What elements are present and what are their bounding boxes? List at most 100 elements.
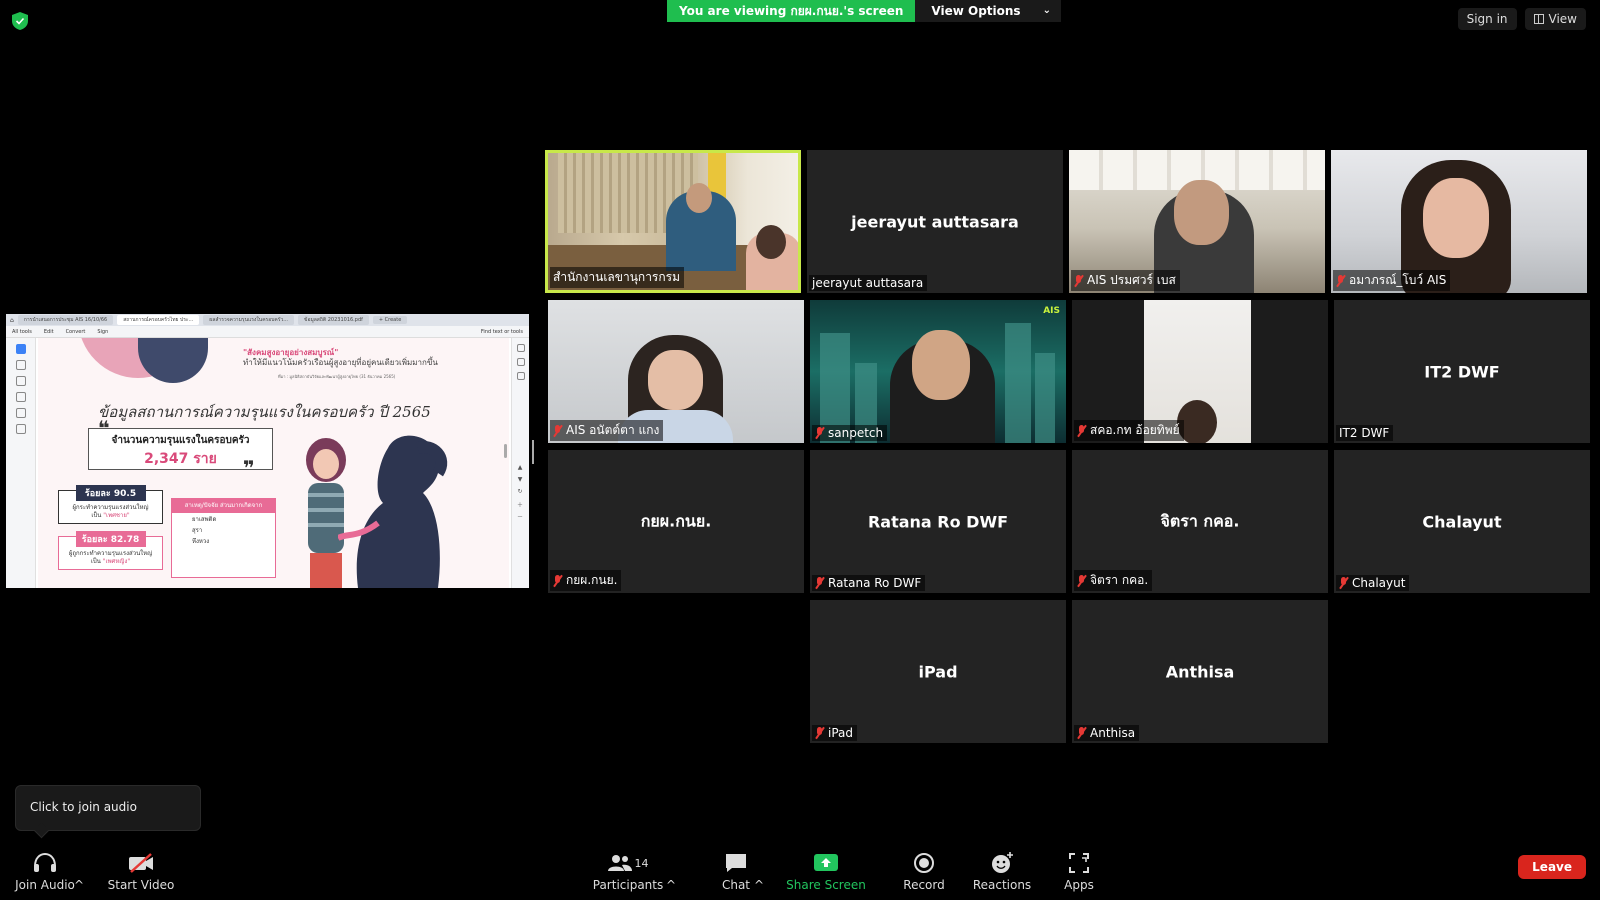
- quote-mark-icon: ❞: [243, 456, 255, 480]
- participants-button[interactable]: 14 Participants: [590, 840, 666, 900]
- participants-caret-icon[interactable]: ^: [666, 840, 676, 900]
- mic-muted-icon: [1339, 577, 1348, 589]
- cause-title: สาเหตุ/ปัจจัย ส่วนมากเกิดจาก: [172, 499, 275, 513]
- participant-name-tag: Chalayut: [1336, 575, 1410, 591]
- participant-display-name: IT2 DWF: [1424, 362, 1500, 381]
- pen-tool-icon: [16, 376, 26, 386]
- reactions-emoji-icon: [992, 852, 1013, 873]
- stat-box-female: ร้อยละ 82.78 ผู้ถูกกระทำความรุนแรงส่วนให…: [58, 531, 163, 570]
- home-icon: ⌂: [10, 316, 14, 324]
- meeting-toolbar: Join Audio ^ Start Video 14 Participants…: [0, 840, 1600, 900]
- share-screen-icon: [814, 854, 838, 871]
- audio-options-caret-icon[interactable]: ^: [74, 840, 84, 900]
- participant-tile[interactable]: Anthisa Anthisa: [1072, 600, 1328, 743]
- sign-in-button[interactable]: Sign in: [1457, 8, 1517, 30]
- view-options-label: View Options: [931, 4, 1021, 18]
- participant-name-tag: จิตรา กคอ.: [1074, 570, 1153, 591]
- participant-name-tag: กยผ.กนย.: [550, 570, 622, 591]
- mic-muted-icon: [1077, 727, 1086, 739]
- pdf-right-toolbar: [511, 338, 529, 588]
- zoom-in-icon[interactable]: ＋: [515, 500, 525, 512]
- stat-percentage: ร้อยละ 90.5: [75, 485, 146, 501]
- headphones-icon: [34, 852, 56, 872]
- start-video-button[interactable]: Start Video: [106, 840, 176, 900]
- shield-check-icon[interactable]: [12, 12, 28, 30]
- comment-icon: [517, 344, 525, 352]
- mic-muted-icon: [553, 424, 562, 437]
- reactions-button[interactable]: Reactions: [968, 840, 1036, 900]
- split-divider-handle[interactable]: [532, 440, 534, 464]
- mic-muted-icon: [1074, 274, 1083, 287]
- participant-tile[interactable]: AIS ปรมศวร์ เบส: [1069, 150, 1325, 293]
- gallery-view-icon: [1533, 14, 1544, 24]
- page-up-icon[interactable]: ▲: [515, 464, 525, 476]
- participant-name-tag: อมาภรณ์_โบว์ AIS: [1333, 270, 1451, 291]
- participant-tile[interactable]: สำนักงานเลขานุการกรม: [545, 150, 801, 293]
- participant-display-name: จิตรา กคอ.: [1160, 511, 1240, 530]
- participant-tile[interactable]: Ratana Ro DWF Ratana Ro DWF: [810, 450, 1066, 593]
- browser-tab-bar: ⌂ การนำเสนอการประชุม AIS 16/10/66 สถานกา…: [6, 314, 529, 326]
- record-icon: [914, 853, 934, 873]
- page-down-icon[interactable]: ▼: [515, 476, 525, 488]
- join-audio-button[interactable]: Join Audio: [14, 840, 76, 900]
- leave-button[interactable]: Leave: [1518, 855, 1586, 879]
- participant-name-tag: สำนักงานเลขานุการกรม: [550, 267, 685, 288]
- participant-name-tag: IT2 DWF: [1336, 425, 1394, 441]
- shared-screen-view[interactable]: ⌂ การนำเสนอการประชุม AIS 16/10/66 สถานกา…: [6, 314, 529, 588]
- participant-tile[interactable]: iPad iPad: [810, 600, 1066, 743]
- participant-tile[interactable]: สคอ.กท อ้อยทิพย์: [1072, 300, 1328, 443]
- chat-caret-icon[interactable]: ^: [754, 840, 764, 900]
- participant-name-tag: Anthisa: [1074, 725, 1140, 741]
- participant-display-name: Chalayut: [1422, 512, 1502, 531]
- refresh-icon[interactable]: ↻: [515, 488, 525, 500]
- zoom-meeting-window: You are viewing กยผ.กนย.'s screen View O…: [0, 0, 1600, 900]
- mic-muted-icon: [1077, 424, 1086, 437]
- pdf-page-controls: ▲ ▼ ↻ ＋ －: [515, 464, 525, 524]
- mic-muted-icon: [815, 577, 824, 589]
- pdf-menu-bar: All tools Edit Convert Sign Find text or…: [6, 326, 529, 338]
- participant-tile[interactable]: IT2 DWF IT2 DWF: [1334, 300, 1590, 443]
- participant-display-name: Anthisa: [1165, 662, 1235, 681]
- mic-muted-icon: [815, 427, 824, 439]
- eraser-tool-icon: [16, 392, 26, 402]
- violence-count-title: จำนวนความรุนแรงในครอบครัว: [111, 435, 250, 446]
- view-options-button[interactable]: View Options ⌄: [915, 0, 1061, 22]
- mic-muted-icon: [553, 574, 562, 587]
- participant-tile[interactable]: AIS อนัตต์ตา แกง: [548, 300, 804, 443]
- select-tool-icon: [16, 344, 26, 354]
- participant-tile[interactable]: อมาภรณ์_โบว์ AIS: [1331, 150, 1587, 293]
- participant-tile[interactable]: jeerayut auttasara jeerayut auttasara: [807, 150, 1063, 293]
- cause-box: สาเหตุ/ปัจจัย ส่วนมากเกิดจาก ยาเสพติด สุ…: [171, 498, 276, 578]
- participant-name-tag: Ratana Ro DWF: [812, 575, 926, 591]
- participant-name-tag: jeerayut auttasara: [809, 275, 928, 291]
- record-button[interactable]: Record: [894, 840, 954, 900]
- browser-tab-active: สถานการณ์ครอบครัวไทย ประ...: [117, 315, 200, 325]
- apps-icon: [1069, 853, 1089, 873]
- grid-icon: [517, 372, 525, 380]
- stamp-tool-icon: [16, 424, 26, 434]
- join-audio-tooltip: Click to join audio: [15, 785, 201, 831]
- text-tool-icon: [16, 408, 26, 418]
- pdf-scrollbar[interactable]: [504, 444, 507, 458]
- document-title: ข้อมูลสถานการณ์ความรุนแรงในครอบครัว ปี 2…: [98, 403, 431, 421]
- top-right-controls: Sign in View: [1457, 8, 1586, 30]
- participant-tile[interactable]: จิตรา กคอ. จิตรา กคอ.: [1072, 450, 1328, 593]
- apps-button[interactable]: Apps: [1054, 840, 1104, 900]
- participant-tile[interactable]: Chalayut Chalayut: [1334, 450, 1590, 593]
- participant-tile[interactable]: กยผ.กนย. กยผ.กนย.: [548, 450, 804, 593]
- share-screen-button[interactable]: Share Screen: [785, 840, 867, 900]
- view-button[interactable]: View: [1524, 8, 1586, 30]
- pdf-document-page: "สังคมสูงอายุอย่างสมบูรณ์" ทำให้มีแนวโน้…: [38, 338, 509, 588]
- participant-tile[interactable]: AIS sanpetch: [810, 300, 1066, 443]
- zoom-out-icon[interactable]: －: [515, 512, 525, 524]
- cause-item: หึงหวง: [192, 538, 210, 545]
- video-off-icon: [129, 853, 153, 873]
- participant-name-tag: สคอ.กท อ้อยทิพย์: [1074, 420, 1184, 441]
- shadow-figure-icon: [338, 435, 448, 588]
- chevron-down-icon: ⌄: [1042, 5, 1051, 16]
- participant-name-tag: AIS ปรมศวร์ เบส: [1071, 270, 1180, 291]
- browser-tab: ข้อมูลสถิติ 20231016.pdf: [298, 315, 369, 325]
- viewing-screen-label: You are viewing กยผ.กนย.'s screen: [667, 0, 916, 22]
- mic-muted-icon: [1336, 274, 1345, 287]
- participant-name-tag: sanpetch: [812, 425, 888, 441]
